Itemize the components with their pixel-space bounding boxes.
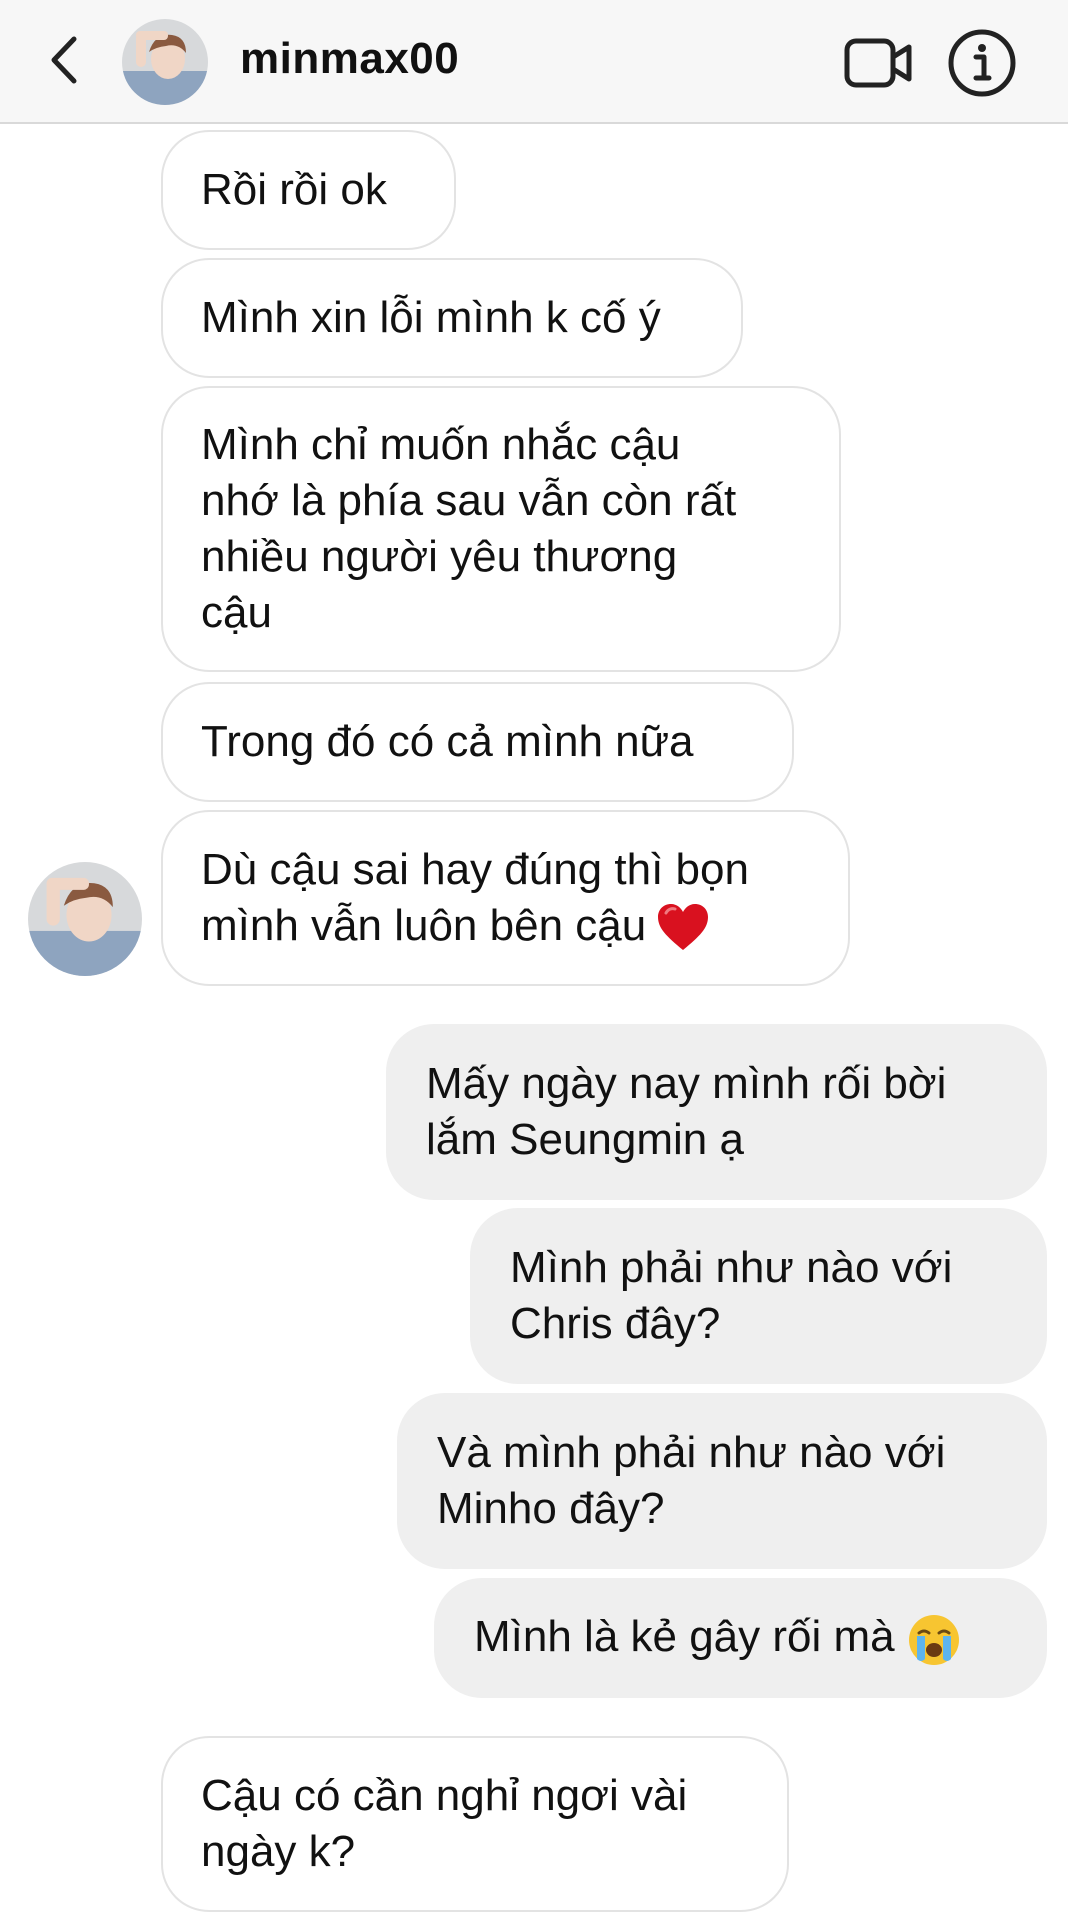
- message-bubble-incoming[interactable]: Mình chỉ muốn nhắc cậu nhớ là phía sau v…: [161, 386, 841, 672]
- message-text: Trong đó có cả mình nữa: [201, 717, 694, 766]
- back-button[interactable]: [38, 30, 88, 90]
- message-text: Dù cậu sai hay đúng thì bọn mình vẫn luô…: [201, 842, 749, 954]
- info-button[interactable]: [946, 27, 1018, 99]
- message-text: Rồi rồi ok: [201, 165, 387, 214]
- profile-avatar[interactable]: [122, 19, 208, 105]
- info-icon: [948, 29, 1016, 97]
- message-text: Cậu có cần nghỉ ngơi vài ngày k?: [201, 1771, 688, 1876]
- message-bubble-outgoing[interactable]: Mấy ngày nay mình rối bời lắm Seungmin ạ: [386, 1024, 1047, 1200]
- message-bubble-outgoing[interactable]: Mình là kẻ gây rối mà: [434, 1578, 1047, 1698]
- message-text: Mình là kẻ gây rối mà: [474, 1609, 961, 1666]
- heart-emoji: [658, 904, 709, 951]
- message-bubble-incoming[interactable]: Trong đó có cả mình nữa: [161, 682, 794, 802]
- sender-avatar[interactable]: [28, 862, 142, 976]
- chevron-left-icon: [51, 36, 77, 84]
- chat-header: minmax00: [0, 0, 1068, 124]
- message-text: Mình phải như nào với Chris đây?: [510, 1243, 953, 1348]
- video-camera-icon: [844, 38, 912, 88]
- message-text: Mình chỉ muốn nhắc cậu nhớ là phía sau v…: [201, 420, 737, 637]
- message-text: Mấy ngày nay mình rối bời lắm Seungmin ạ: [426, 1059, 947, 1164]
- message-bubble-incoming[interactable]: Mình xin lỗi mình k cố ý: [161, 258, 743, 378]
- message-text: Và mình phải như nào với Minho đây?: [437, 1428, 946, 1533]
- chat-username[interactable]: minmax00: [240, 34, 459, 84]
- message-bubble-incoming[interactable]: Dù cậu sai hay đúng thì bọn mình vẫn luô…: [161, 810, 850, 986]
- message-bubble-incoming[interactable]: Rồi rồi ok: [161, 130, 456, 250]
- video-call-button[interactable]: [842, 30, 914, 96]
- message-bubble-incoming[interactable]: Cậu có cần nghỉ ngơi vài ngày k?: [161, 1736, 789, 1912]
- message-text: Mình xin lỗi mình k cố ý: [201, 293, 661, 342]
- message-bubble-outgoing[interactable]: Mình phải như nào với Chris đây?: [470, 1208, 1047, 1384]
- crying-face-emoji: [908, 1614, 959, 1665]
- message-bubble-outgoing[interactable]: Và mình phải như nào với Minho đây?: [397, 1393, 1047, 1569]
